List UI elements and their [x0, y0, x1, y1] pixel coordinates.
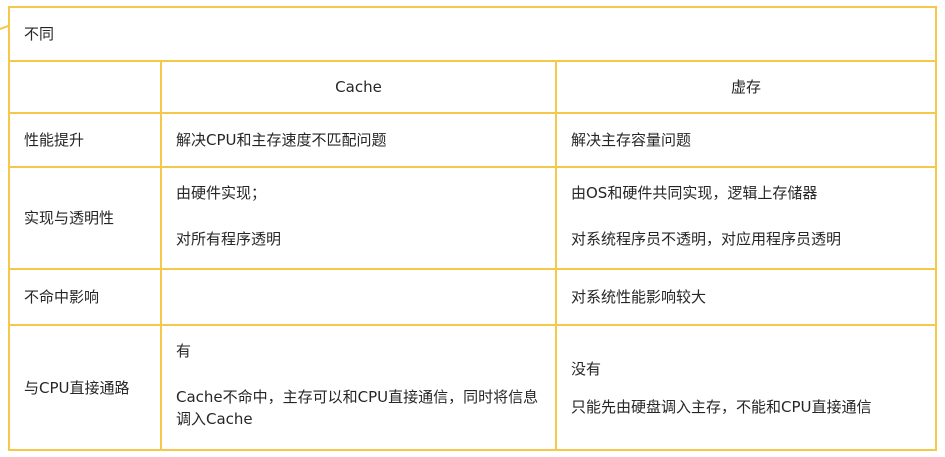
comparison-table: 不同 Cache 虚存 性能提升 解决CPU和主存速度不匹配问题 解决主存容量问…: [7, 6, 938, 451]
table-row: 实现与透明性 由硬件实现； 对所有程序透明 由OS和硬件共同实现，逻辑上存储器 …: [8, 166, 938, 270]
cell-text: 由硬件实现；: [176, 184, 267, 202]
table-row: 不命中影响 对系统性能影响较大: [8, 268, 938, 326]
cell-cache-performance: 解决CPU和主存速度不匹配问题: [160, 112, 557, 168]
cell-vm-performance: 解决主存容量问题: [554, 112, 938, 168]
cell-cache-miss-impact: [160, 268, 557, 326]
cell-text: 有: [176, 342, 192, 360]
cell-text: 解决CPU和主存速度不匹配问题: [176, 131, 387, 149]
table-title: 不同: [7, 6, 938, 62]
cell-text: 只能先由硬盘调入主存，不能和CPU直接通信: [571, 397, 872, 416]
header-empty-cell: [8, 60, 162, 114]
row-label-miss-impact: 不命中影响: [8, 268, 162, 326]
cell-vm-miss-impact: 对系统性能影响较大: [554, 268, 938, 326]
row-label-cpu-path: 与CPU直接通路: [8, 324, 162, 451]
cell-text: 对所有程序透明: [176, 230, 282, 248]
table-row: 与CPU直接通路 有 Cache不命中，主存可以和CPU直接通信，同时将信息调入…: [8, 324, 938, 451]
cell-text: 对系统性能影响较大: [571, 288, 707, 306]
cell-vm-cpu-path: 没有 只能先由硬盘调入主存，不能和CPU直接通信: [554, 324, 938, 451]
table-title-row: 不同: [7, 6, 938, 62]
cell-text: 解决主存容量问题: [571, 131, 692, 149]
document-page: 不同 Cache 虚存 性能提升 解决CPU和主存速度不匹配问题 解决主存容量问…: [0, 0, 945, 457]
row-label-implementation: 实现与透明性: [8, 166, 162, 270]
cell-cache-implementation: 由硬件实现； 对所有程序透明: [160, 166, 557, 270]
cell-cache-cpu-path: 有 Cache不命中，主存可以和CPU直接通信，同时将信息调入Cache: [160, 324, 557, 451]
table-header-row: Cache 虚存: [8, 60, 938, 114]
row-label-performance: 性能提升: [8, 112, 162, 168]
cell-vm-implementation: 由OS和硬件共同实现，逻辑上存储器 对系统程序员不透明，对应用程序员透明: [554, 166, 938, 270]
table-row: 性能提升 解决CPU和主存速度不匹配问题 解决主存容量问题: [8, 112, 938, 168]
header-cache: Cache: [160, 60, 557, 114]
cell-text: Cache不命中，主存可以和CPU直接通信，同时将信息调入Cache: [176, 388, 539, 428]
cell-text: 由OS和硬件共同实现，逻辑上存储器: [571, 184, 818, 202]
cell-text: 没有: [571, 359, 602, 378]
cell-text: 对系统程序员不透明，对应用程序员透明: [571, 230, 842, 248]
header-virtual-memory: 虚存: [554, 60, 938, 114]
